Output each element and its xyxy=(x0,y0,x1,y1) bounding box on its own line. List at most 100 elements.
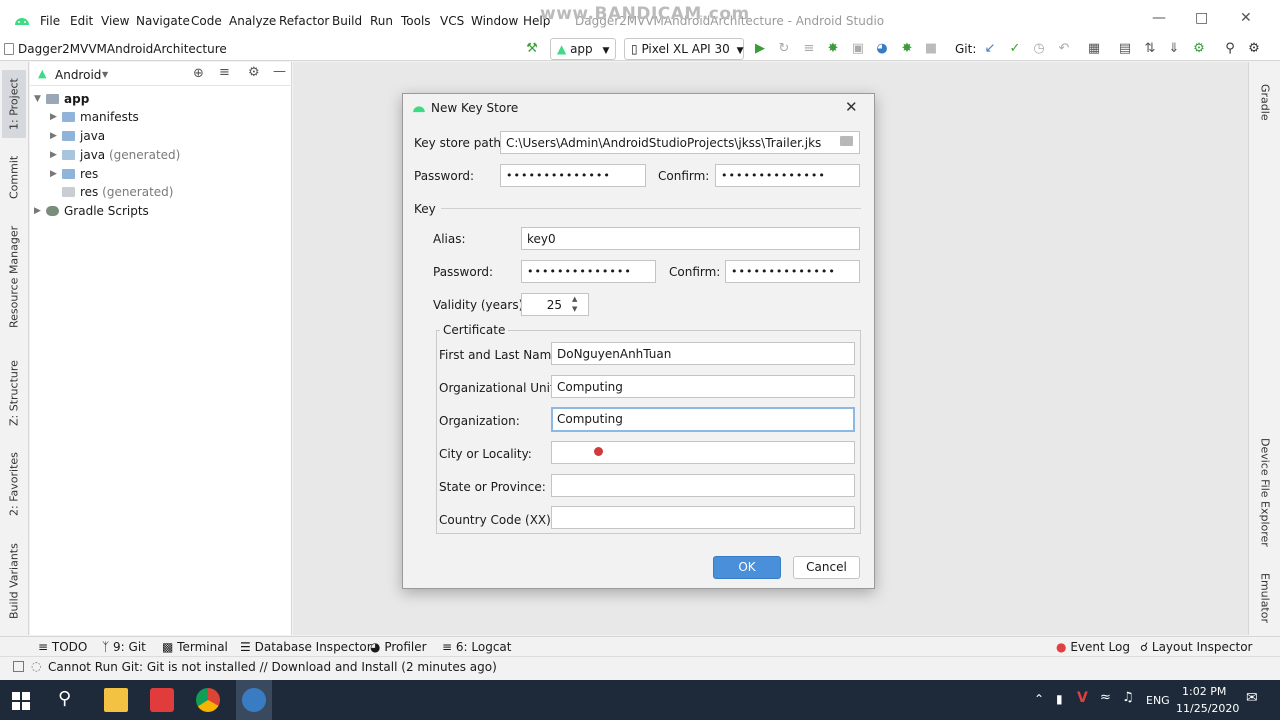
file-explorer-icon[interactable] xyxy=(104,688,128,712)
panel-settings-gear-icon[interactable]: ⚙ xyxy=(248,65,260,80)
hammer-build-icon[interactable]: ⚒ xyxy=(524,41,540,57)
panel-toggle-icon[interactable] xyxy=(13,661,24,672)
clock-time[interactable]: 1:02 PM xyxy=(1182,685,1226,698)
assistant-icon[interactable]: ⚙ xyxy=(1191,41,1207,57)
tab-logcat[interactable]: ≡ 6: Logcat xyxy=(442,640,511,654)
menu-run[interactable]: Run xyxy=(370,14,393,28)
stop-icon[interactable]: ■ xyxy=(923,41,939,57)
password-field[interactable]: •••••••••••••• xyxy=(500,164,646,187)
collapsed-arrow-icon[interactable]: ▶ xyxy=(50,169,62,179)
menu-edit[interactable]: Edit xyxy=(70,14,93,28)
spinner-arrows-icon[interactable]: ▲ ▼ xyxy=(572,294,577,314)
validity-spinner[interactable]: 25 xyxy=(521,293,589,316)
hide-panel-icon[interactable]: — xyxy=(273,64,286,79)
attach-debugger-icon[interactable]: ▣ xyxy=(850,41,866,57)
search-icon[interactable]: ⚲ xyxy=(58,688,71,709)
cancel-button[interactable]: Cancel xyxy=(793,556,860,579)
tab-commit[interactable]: Commit xyxy=(2,148,26,206)
profiler-icon[interactable]: ◕ xyxy=(874,41,890,57)
collapsed-arrow-icon[interactable]: ▶ xyxy=(34,206,46,216)
run-config-select[interactable]: ▲ app ▼ xyxy=(550,38,616,60)
tab-gradle[interactable]: Gradle xyxy=(1253,72,1277,132)
debug-icon[interactable]: ✸ xyxy=(825,41,841,57)
menu-code[interactable]: Code xyxy=(191,14,222,28)
tab-profiler[interactable]: ◕ Profiler xyxy=(370,640,427,654)
rerun-icon[interactable]: ↻ xyxy=(776,41,792,57)
wifi-icon[interactable]: ≈ xyxy=(1100,690,1111,705)
status-message[interactable]: Cannot Run Git: Git is not installed // … xyxy=(48,660,497,674)
tree-item-res[interactable]: ▶ res xyxy=(50,165,98,183)
tab-database-inspector[interactable]: ☰ Database Inspector xyxy=(240,640,372,654)
tab-build-variants[interactable]: Build Variants xyxy=(2,540,26,622)
tab-layout-inspector[interactable]: ☌ Layout Inspector xyxy=(1140,640,1252,654)
expanded-arrow-icon[interactable]: ▼ xyxy=(34,94,46,104)
alias-input[interactable]: key0 xyxy=(521,227,860,250)
confirm-password-field[interactable]: •••••••••••••• xyxy=(715,164,860,187)
settings-gear-icon[interactable]: ⚙ xyxy=(1246,41,1262,57)
locate-target-icon[interactable]: ⊕ xyxy=(193,66,204,81)
tab-project[interactable]: 1: Project xyxy=(2,70,26,138)
tab-git[interactable]: ᛉ 9: Git xyxy=(102,640,146,654)
avd-manager-icon[interactable]: ▤ xyxy=(1117,41,1133,57)
close-window-icon[interactable]: ✕ xyxy=(1240,10,1252,26)
country-code-input[interactable] xyxy=(551,506,855,529)
tab-todo[interactable]: ≡ TODO xyxy=(38,640,87,654)
menu-vcs[interactable]: VCS xyxy=(440,14,464,28)
menu-window[interactable]: Window xyxy=(471,14,518,28)
git-history-icon[interactable]: ◷ xyxy=(1031,41,1047,57)
tree-item-gradle-scripts[interactable]: ▶ Gradle Scripts xyxy=(34,202,149,220)
language-indicator[interactable]: ENG xyxy=(1146,694,1170,707)
tree-item-app[interactable]: ▼ app xyxy=(34,90,89,108)
menu-navigate[interactable]: Navigate xyxy=(136,14,190,28)
tree-item-res-generated[interactable]: res (generated) xyxy=(50,183,173,201)
tree-item-java[interactable]: ▶ java xyxy=(50,127,105,145)
tab-event-log[interactable]: ● Event Log xyxy=(1056,640,1130,654)
first-last-name-input[interactable]: DoNguyenAnhTuan xyxy=(551,342,855,365)
sync-gradle-icon[interactable]: ⇅ xyxy=(1142,41,1158,57)
apply-changes-icon[interactable]: ≡ xyxy=(801,41,817,57)
state-input[interactable] xyxy=(551,474,855,497)
tray-device-icon[interactable]: ▮ xyxy=(1056,692,1063,706)
maximize-icon[interactable]: □ xyxy=(1195,10,1208,26)
chevron-down-icon[interactable]: ▼ xyxy=(102,70,108,79)
app-icon[interactable] xyxy=(150,688,174,712)
sdk-manager-icon[interactable]: ⇓ xyxy=(1166,41,1182,57)
collapse-all-icon[interactable]: ≡ xyxy=(219,65,230,80)
collapsed-arrow-icon[interactable]: ▶ xyxy=(50,131,62,141)
tray-antivirus-icon[interactable]: V xyxy=(1077,690,1088,706)
menu-view[interactable]: View xyxy=(101,14,129,28)
browse-folder-icon[interactable] xyxy=(840,136,853,146)
collapsed-arrow-icon[interactable]: ▶ xyxy=(50,112,62,122)
menu-tools[interactable]: Tools xyxy=(401,14,431,28)
tray-chevron-icon[interactable]: ⌃ xyxy=(1034,692,1044,706)
project-structure-icon[interactable]: ▦ xyxy=(1086,41,1102,57)
tab-structure[interactable]: Z: Structure xyxy=(2,354,26,432)
coverage-icon[interactable]: ✸ xyxy=(899,41,915,57)
tab-emulator[interactable]: Emulator xyxy=(1253,567,1277,629)
android-studio-task-icon[interactable] xyxy=(242,688,266,712)
tree-item-java-generated[interactable]: ▶ java (generated) xyxy=(50,146,180,164)
view-mode-select[interactable]: Android xyxy=(55,68,101,82)
tab-favorites[interactable]: 2: Favorites xyxy=(2,447,26,522)
search-icon[interactable]: ⚲ xyxy=(1222,41,1238,57)
tree-item-manifests[interactable]: ▶ manifests xyxy=(50,108,139,126)
project-breadcrumb[interactable]: Dagger2MVVMAndroidArchitecture xyxy=(18,42,227,56)
menu-build[interactable]: Build xyxy=(332,14,362,28)
tab-resource-manager[interactable]: Resource Manager xyxy=(2,222,26,332)
org-unit-input[interactable]: Computing xyxy=(551,375,855,398)
minimize-icon[interactable]: — xyxy=(1152,10,1166,26)
notification-icon[interactable]: ✉ xyxy=(1246,690,1258,706)
menu-refactor[interactable]: Refactor xyxy=(279,14,329,28)
run-icon[interactable]: ▶ xyxy=(752,41,768,57)
clock-date[interactable]: 11/25/2020 xyxy=(1176,702,1239,715)
git-update-icon[interactable]: ↙ xyxy=(982,41,998,57)
menu-file[interactable]: File xyxy=(40,14,60,28)
menu-analyze[interactable]: Analyze xyxy=(229,14,276,28)
key-store-path-input[interactable]: C:\Users\Admin\AndroidStudioProjects\jks… xyxy=(500,131,860,154)
dialog-close-icon[interactable]: ✕ xyxy=(845,98,858,116)
key-password-field[interactable]: •••••••••••••• xyxy=(521,260,656,283)
tab-terminal[interactable]: ▩ Terminal xyxy=(162,640,228,654)
organization-input[interactable]: Computing xyxy=(551,407,855,432)
key-confirm-password-field[interactable]: •••••••••••••• xyxy=(725,260,860,283)
volume-icon[interactable]: ♫ xyxy=(1122,690,1134,705)
